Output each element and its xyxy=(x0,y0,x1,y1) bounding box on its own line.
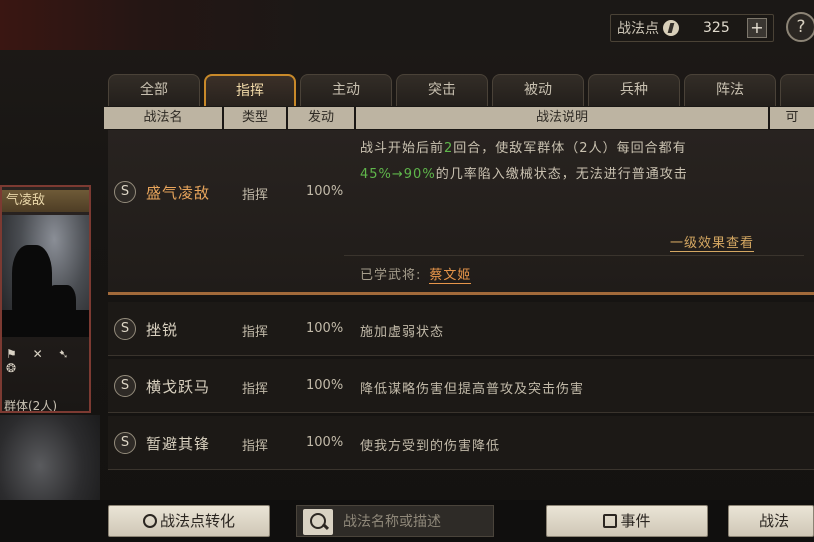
tactic-description: 施加虚弱状态 xyxy=(360,325,445,340)
tab-formation[interactable]: 阵法 xyxy=(684,74,776,106)
tactic-row[interactable]: S 挫锐 指挥 100% 施加虚弱状态 xyxy=(108,302,814,356)
add-points-button[interactable]: + xyxy=(747,18,767,38)
header-type: 类型 xyxy=(224,107,286,129)
tactic-name: 暂避其锋 xyxy=(146,435,211,453)
grade-s-icon: S xyxy=(114,432,136,454)
tactic-action-label: 战法 xyxy=(759,512,790,530)
tab-troop[interactable]: 兵种 xyxy=(588,74,680,106)
tactic-point-icon xyxy=(142,514,157,528)
tactic-rate: 100% xyxy=(306,378,344,393)
header-description: 战法说明 xyxy=(356,107,768,129)
header-rate: 发动 xyxy=(288,107,354,129)
grade-s-icon: S xyxy=(114,375,136,397)
tab-all[interactable]: 全部 xyxy=(108,74,200,106)
desc-text: 的几率陷入缴械状态，无法进行普通攻击 xyxy=(435,167,688,182)
tactic-type: 指挥 xyxy=(242,325,269,340)
tactic-type: 指挥 xyxy=(242,382,269,397)
desc-highlight: 45%→90% xyxy=(360,167,436,182)
tactic-row[interactable]: S 暂避其锋 指挥 100% 使我方受到的伤害降低 xyxy=(108,416,814,470)
event-label: 事件 xyxy=(620,512,651,530)
divider xyxy=(344,255,804,256)
desc-text: 战斗开始后前 xyxy=(360,141,445,156)
tactic-rate: 100% xyxy=(306,435,344,450)
convert-label: 战法点转化 xyxy=(159,512,235,530)
effect-view-link[interactable]: 一级效果查看 xyxy=(670,232,755,252)
card-status-icons: ⚑ ✕ ➷ ❂ xyxy=(6,347,75,375)
tactic-action-button[interactable]: 战法 xyxy=(728,505,814,537)
grade-s-icon: S xyxy=(114,181,136,203)
grade-s-icon: S xyxy=(114,318,136,340)
tactic-rate: 100% xyxy=(306,184,344,199)
convert-points-button[interactable]: 战法点转化 xyxy=(108,505,270,537)
desc-highlight: 2 xyxy=(444,141,454,156)
tab-active[interactable]: 主动 xyxy=(300,74,392,106)
learned-label: 已学武将: xyxy=(360,268,422,283)
tab-passive[interactable]: 被动 xyxy=(492,74,584,106)
tactic-rate: 100% xyxy=(306,321,344,336)
tactic-type: 指挥 xyxy=(242,439,269,454)
tactic-type: 指挥 xyxy=(242,188,269,203)
card-target-text: 群体(2人) xyxy=(4,399,57,413)
tactic-tabs: 全部 指挥 主动 突击 被动 兵种 阵法 xyxy=(108,74,814,106)
card-title: 气凌敌 xyxy=(2,190,89,212)
tactic-name: 挫锐 xyxy=(146,321,179,339)
tactic-name: 横戈跃马 xyxy=(146,378,211,396)
header-name: 战法名 xyxy=(104,107,222,129)
tactic-row[interactable]: S 横戈跃马 指挥 100% 降低谋略伤害但提高普攻及突击伤害 xyxy=(108,359,814,413)
tactic-list: S 盛气凌敌 指挥 100% 战斗开始后前2回合，使敌军群体（2人）每回合都有 … xyxy=(108,130,814,502)
general-card[interactable]: 气凌敌 ⚑ ✕ ➷ ❂ 群体(2人) xyxy=(0,185,91,413)
learned-generals: 已学武将: 蔡文姬 xyxy=(360,264,472,284)
search-box xyxy=(296,505,494,537)
tactic-points-icon xyxy=(663,20,679,36)
tactic-points-label: 战法点 xyxy=(617,21,659,37)
tab-command[interactable]: 指挥 xyxy=(204,74,296,106)
help-button[interactable]: ? xyxy=(786,12,814,42)
tactic-description: 使我方受到的伤害降低 xyxy=(360,439,501,454)
learned-general-link[interactable]: 蔡文姬 xyxy=(429,268,472,284)
search-icon[interactable] xyxy=(303,509,333,535)
top-bar: 战法点 325 + ? xyxy=(0,0,814,50)
header-extra: 可 xyxy=(770,107,814,129)
tactic-points-panel: 战法点 325 + xyxy=(610,14,774,42)
tactic-description: 降低谋略伤害但提高普攻及突击伤害 xyxy=(360,382,585,397)
card-artwork xyxy=(2,215,89,337)
tactic-row-expanded[interactable]: S 盛气凌敌 指挥 100% 战斗开始后前2回合，使敌军群体（2人）每回合都有 … xyxy=(108,130,814,295)
tactic-description: 战斗开始后前2回合，使敌军群体（2人）每回合都有 45%→90%的几率陷入缴械状… xyxy=(360,136,790,188)
event-button[interactable]: 事件 xyxy=(546,505,708,537)
search-input[interactable] xyxy=(343,511,491,533)
desc-text: 回合，使敌军群体（2人）每回合都有 xyxy=(453,141,687,156)
tactic-points-value: 325 xyxy=(703,20,730,36)
tactic-name: 盛气凌敌 xyxy=(146,184,211,202)
tab-more[interactable] xyxy=(780,74,814,106)
tab-assault[interactable]: 突击 xyxy=(396,74,488,106)
event-icon xyxy=(603,514,618,528)
